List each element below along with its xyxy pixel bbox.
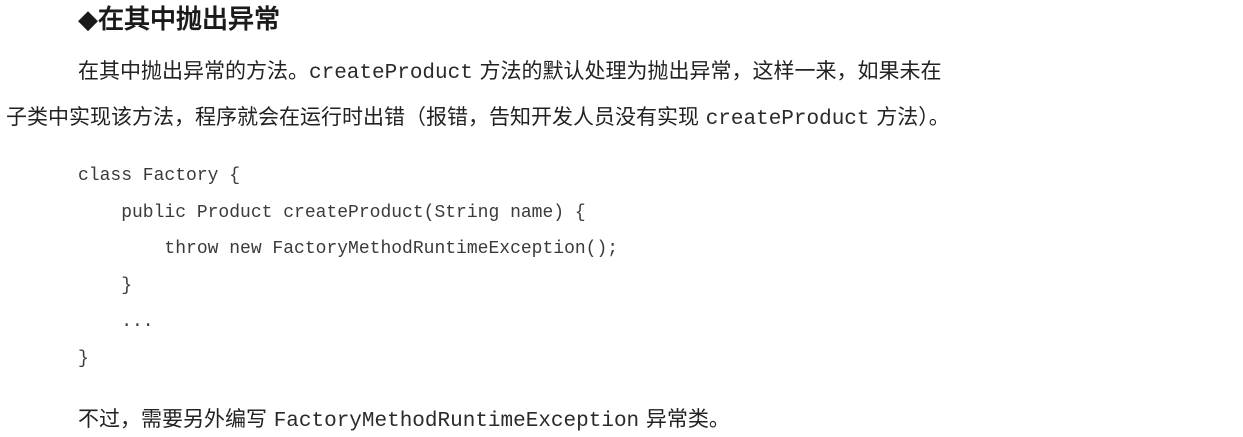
code-line: } <box>78 275 133 296</box>
paragraph-2: 子类中实现该方法，程序就会在运行时出错（报错，告知开发人员没有实现 create… <box>6 102 950 135</box>
paragraph-3-text-b: 异常类。 <box>639 407 730 431</box>
paragraph-2-text-b: 方法）。 <box>869 105 950 129</box>
code-line: ... <box>78 312 154 333</box>
code-line: public Product createProduct(String name… <box>78 202 586 223</box>
inline-code-create-product: createProduct <box>705 108 870 131</box>
code-line: class Factory { <box>78 166 241 186</box>
paragraph-3-text-a: 不过，需要另外编写 <box>78 407 274 431</box>
book-page: ◆在其中抛出异常 在其中抛出异常的方法。createProduct 方法的默认处… <box>0 0 1243 433</box>
paragraph-1: 在其中抛出异常的方法。createProduct 方法的默认处理为抛出异常，这样… <box>78 56 942 89</box>
code-line: throw new FactoryMethodRuntimeException(… <box>78 239 619 260</box>
code-block: class Factory { public Product createPro… <box>78 158 618 378</box>
code-line: } <box>78 348 89 369</box>
paragraph-1-text-b: 方法的默认处理为抛出异常，这样一来，如果未在 <box>472 59 942 83</box>
section-heading: ◆在其中抛出异常 <box>78 5 280 35</box>
paragraph-3: 不过，需要另外编写 FactoryMethodRuntimeException … <box>78 404 730 437</box>
inline-code-exception-class: FactoryMethodRuntimeException <box>273 410 640 433</box>
inline-code-create-product: createProduct <box>309 62 473 85</box>
paragraph-2-text-a: 子类中实现该方法，程序就会在运行时出错（报错，告知开发人员没有实现 <box>6 105 706 129</box>
paragraph-1-text-a: 在其中抛出异常的方法。 <box>78 59 309 83</box>
